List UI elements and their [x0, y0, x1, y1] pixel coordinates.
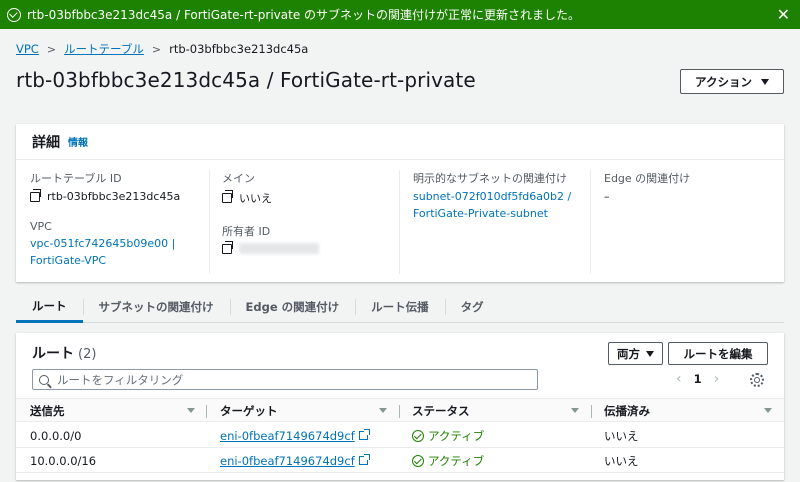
- external-link-icon[interactable]: [358, 429, 370, 440]
- tab-routes[interactable]: ルート: [16, 291, 83, 323]
- breadcrumb-current: rtb-03bfbbc3e213dc45a: [169, 42, 309, 56]
- table-row: 10.0.0.0/16 eni-0fbeaf7149674d9cf アクティブ …: [16, 448, 784, 473]
- target-link[interactable]: eni-0fbeaf7149674d9cf: [220, 454, 355, 468]
- chevron-right-icon: >: [151, 42, 162, 56]
- routes-count: (2): [78, 347, 97, 362]
- target-link[interactable]: eni-0fbeaf7149674d9cf: [220, 429, 355, 443]
- sort-icon[interactable]: [379, 408, 387, 413]
- tab-tags[interactable]: タグ: [444, 291, 500, 322]
- route-table-id-value: rtb-03bfbbc3e213dc45a: [30, 188, 209, 203]
- current-page[interactable]: 1: [694, 372, 702, 386]
- details-column-3: 明示的なサブネットの関連付け subnet-072f010df5fd6a0b2 …: [413, 170, 591, 274]
- table-header: 送信先 ターゲット ステータス 伝播済み: [16, 398, 784, 422]
- tab-route-propagation[interactable]: ルート伝播: [355, 291, 445, 322]
- sort-icon[interactable]: [187, 408, 195, 413]
- details-heading: 詳細: [32, 134, 60, 151]
- target-cell: eni-0fbeaf7149674d9cf: [220, 448, 370, 473]
- explicit-subnet-label: 明示的なサブネットの関連付け: [413, 172, 567, 185]
- tab-bar: ルート サブネットの関連付け Edge の関連付け ルート伝播 タグ: [16, 291, 784, 323]
- copy-icon[interactable]: [30, 188, 41, 202]
- column-divider: [206, 405, 207, 418]
- redacted-owner-id: [239, 243, 319, 254]
- propagated-cell: いいえ: [604, 428, 639, 443]
- search-icon: [39, 374, 49, 385]
- chevron-right-icon: >: [46, 42, 57, 56]
- actions-dropdown-button[interactable]: アクション: [680, 69, 784, 94]
- main-label: メイン: [222, 172, 255, 185]
- owner-id-label: 所有者 ID: [222, 225, 271, 238]
- owner-id-value: [222, 240, 399, 254]
- edge-association-label: Edge の関連付け: [604, 172, 691, 185]
- page-title: rtb-03bfbbc3e213dc45a / FortiGate-rt-pri…: [16, 68, 476, 92]
- copy-icon[interactable]: [222, 240, 233, 254]
- sort-icon[interactable]: [764, 408, 772, 413]
- status-text: アクティブ: [428, 453, 485, 468]
- details-panel: 詳細 情報 ルートテーブル ID rtb-03bfbbc3e213dc45a V…: [16, 124, 784, 282]
- routes-heading: ルート (2): [32, 343, 96, 363]
- external-link-icon[interactable]: [358, 454, 370, 465]
- vpc-link[interactable]: vpc-051fc742645b09e00 |: [30, 235, 209, 252]
- column-header-status[interactable]: ステータス: [412, 399, 470, 423]
- routes-heading-text: ルート: [32, 346, 74, 362]
- previous-page-icon[interactable]: ‹: [676, 371, 682, 387]
- status-cell: アクティブ: [412, 448, 484, 473]
- info-link[interactable]: 情報: [68, 134, 88, 149]
- filter-dropdown-label: 両方: [617, 346, 640, 361]
- subnet-name-link[interactable]: FortiGate-Private-subnet: [413, 205, 590, 222]
- destination-cell: 10.0.0.0/16: [30, 453, 97, 468]
- breadcrumb: VPC > ルートテーブル > rtb-03bfbbc3e213dc45a: [16, 41, 308, 57]
- success-flash-bar: rtb-03bfbbc3e213dc45a / FortiGate-rt-pri…: [0, 0, 800, 29]
- main-value-text: いいえ: [239, 192, 272, 205]
- propagated-cell: いいえ: [604, 453, 639, 468]
- status-text: アクティブ: [428, 428, 485, 443]
- caret-down-icon: [760, 78, 769, 85]
- column-header-propagated[interactable]: 伝播済み: [604, 399, 650, 423]
- breadcrumb-route-tables-link[interactable]: ルートテーブル: [64, 41, 144, 57]
- tab-subnet-associations[interactable]: サブネットの関連付け: [82, 291, 230, 322]
- filter-dropdown-button[interactable]: 両方: [608, 342, 663, 365]
- tab-edge-associations[interactable]: Edge の関連付け: [229, 291, 356, 322]
- flash-message: rtb-03bfbbc3e213dc45a / FortiGate-rt-pri…: [27, 8, 581, 22]
- status-success-icon: [412, 454, 424, 467]
- edit-routes-button[interactable]: ルートを編集: [668, 342, 768, 365]
- success-check-icon: [7, 7, 21, 22]
- pagination: ‹ 1 ›: [676, 371, 719, 387]
- subnet-link[interactable]: subnet-072f010df5fd6a0b2 /: [413, 188, 590, 205]
- target-cell: eni-0fbeaf7149674d9cf: [220, 423, 370, 448]
- sort-icon[interactable]: [571, 408, 579, 413]
- column-header-target[interactable]: ターゲット: [220, 399, 278, 423]
- column-divider: [399, 405, 400, 418]
- details-column-1: ルートテーブル ID rtb-03bfbbc3e213dc45a VPC vpc…: [30, 170, 210, 274]
- details-header: 詳細 情報: [16, 124, 784, 160]
- copy-icon[interactable]: [222, 190, 233, 203]
- vpc-label: VPC: [30, 220, 52, 233]
- next-page-icon[interactable]: ›: [714, 371, 720, 387]
- breadcrumb-vpc-link[interactable]: VPC: [16, 42, 39, 56]
- actions-button-label: アクション: [695, 74, 752, 89]
- status-success-icon: [412, 429, 424, 442]
- vpc-name-link[interactable]: FortiGate-VPC: [30, 252, 209, 269]
- routes-panel: ルート (2) 両方 ルートを編集 ‹ 1 › 送信先 ターゲット ステータス 伝…: [16, 333, 784, 480]
- edge-association-value: –: [604, 190, 610, 203]
- route-table-id-label: ルートテーブル ID: [30, 172, 122, 185]
- gear-icon[interactable]: [750, 373, 764, 387]
- route-table-id-text: rtb-03bfbbc3e213dc45a: [47, 190, 181, 203]
- column-divider: [591, 405, 592, 418]
- details-column-2: メイン いいえ 所有者 ID: [222, 170, 400, 274]
- table-row: 0.0.0.0/0 eni-0fbeaf7149674d9cf アクティブ いい…: [16, 423, 784, 448]
- close-icon[interactable]: ✕: [777, 6, 790, 23]
- status-cell: アクティブ: [412, 423, 484, 448]
- destination-cell: 0.0.0.0/0: [30, 428, 82, 443]
- search-input[interactable]: [57, 372, 517, 387]
- route-filter-search: [32, 369, 538, 390]
- details-column-4: Edge の関連付け –: [604, 170, 774, 274]
- column-header-destination[interactable]: 送信先: [30, 399, 65, 423]
- main-value: いいえ: [222, 190, 399, 206]
- caret-down-icon: [646, 350, 654, 357]
